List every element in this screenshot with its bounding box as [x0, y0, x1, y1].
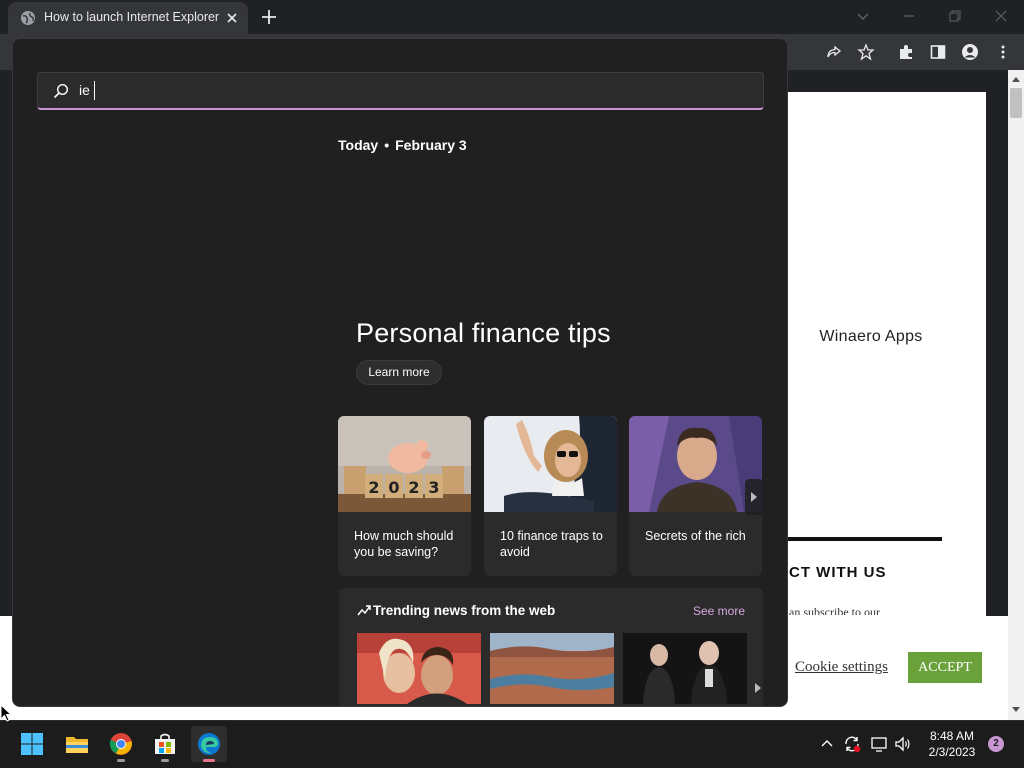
notification-badge[interactable]: 2: [988, 736, 1004, 752]
trending-title: Trending news from the web: [373, 603, 556, 618]
subscribe-text: an subscribe to our: [789, 605, 880, 615]
trending-news-panel: Trending news from the web See more: [339, 588, 763, 706]
chevron-down-icon[interactable]: [855, 8, 871, 24]
chevron-right-icon[interactable]: [745, 479, 763, 515]
piggy-bank-image: 2 0 2 3: [338, 416, 471, 512]
menu-icon[interactable]: [994, 43, 1012, 61]
tab-close-icon[interactable]: [224, 10, 240, 26]
new-tab-icon[interactable]: [260, 8, 278, 26]
browser-tab[interactable]: How to launch Internet Explorer: [8, 2, 248, 34]
mouse-cursor-icon: [0, 704, 12, 722]
see-more-link[interactable]: See more: [693, 604, 745, 618]
section-heading: CT WITH US: [789, 564, 887, 581]
accept-cookies-button[interactable]: ACCEPT: [908, 652, 982, 683]
svg-text:3: 3: [428, 478, 439, 497]
profile-icon[interactable]: [961, 43, 979, 61]
news-card[interactable]: 2 0 2 3 How much should you be saving?: [338, 416, 471, 576]
search-icon: [53, 83, 69, 99]
page-scrollbar[interactable]: [1008, 70, 1024, 720]
man-portrait-image: [629, 416, 762, 512]
svg-text:0: 0: [388, 478, 399, 497]
search-query: ie: [79, 82, 90, 98]
store-button[interactable]: [147, 726, 183, 762]
share-icon[interactable]: [825, 43, 843, 61]
scroll-up-icon[interactable]: [1011, 75, 1021, 83]
store-icon: [155, 733, 175, 754]
scroll-down-icon[interactable]: [1011, 706, 1021, 714]
news-card[interactable]: 10 finance traps to avoid: [484, 416, 617, 576]
extensions-icon[interactable]: [897, 43, 915, 61]
section-divider: [787, 537, 942, 541]
chevron-right-icon[interactable]: [753, 670, 763, 706]
display-icon[interactable]: [870, 735, 888, 753]
cookie-settings-link[interactable]: Cookie settings: [795, 659, 888, 676]
card-caption: Secrets of the rich: [645, 529, 746, 543]
sync-icon[interactable]: [843, 735, 861, 753]
svg-text:2: 2: [408, 478, 419, 497]
minimize-icon[interactable]: [901, 8, 917, 24]
edge-icon: [198, 733, 220, 755]
card-caption: 10 finance traps to avoid: [500, 529, 603, 559]
today-date: February 3: [395, 137, 467, 153]
tab-title: How to launch Internet Explorer: [44, 10, 220, 24]
learn-more-button[interactable]: Learn more: [356, 360, 442, 385]
search-input[interactable]: ie: [37, 72, 764, 110]
file-explorer-button[interactable]: [59, 726, 95, 762]
news-card[interactable]: Secrets of the rich: [629, 416, 762, 576]
globe-icon: [21, 11, 35, 25]
scrollbar-thumb[interactable]: [1010, 88, 1022, 118]
trending-image[interactable]: [490, 633, 614, 704]
today-label: Today: [338, 137, 379, 153]
trending-image[interactable]: [357, 633, 481, 704]
text-cursor: [94, 81, 95, 100]
winaero-apps-link[interactable]: Winaero Apps: [787, 328, 955, 346]
clock-time[interactable]: 8:48 AM: [920, 729, 984, 743]
svg-text:2: 2: [368, 478, 379, 497]
chevron-up-icon[interactable]: [818, 735, 836, 753]
running-indicator: [161, 759, 169, 762]
star-icon[interactable]: [857, 43, 875, 61]
edge-button[interactable]: [191, 726, 227, 762]
volume-icon[interactable]: [894, 735, 912, 753]
chrome-button[interactable]: [103, 726, 139, 762]
clock-date[interactable]: 2/3/2023: [920, 745, 984, 759]
start-icon: [21, 733, 43, 755]
windows-search-panel: ie Today • February 3 Personal finance tip…: [12, 38, 788, 707]
promo-title: Personal finance tips: [356, 318, 611, 348]
restore-icon[interactable]: [947, 8, 963, 24]
file-explorer-icon: [66, 737, 88, 753]
woman-in-car-image: [484, 416, 617, 512]
trending-icon: [357, 605, 371, 616]
today-heading: Today • February 3: [338, 137, 467, 153]
sidepanel-icon[interactable]: [929, 43, 947, 61]
card-caption: How much should you be saving?: [354, 529, 454, 559]
window-close-icon[interactable]: [993, 8, 1009, 24]
trending-image[interactable]: [623, 633, 747, 704]
running-indicator: [117, 759, 125, 762]
start-button[interactable]: [14, 726, 50, 762]
tab-bar: How to launch Internet Explorer: [0, 0, 1024, 34]
chrome-icon: [109, 733, 132, 755]
active-indicator: [203, 759, 215, 762]
